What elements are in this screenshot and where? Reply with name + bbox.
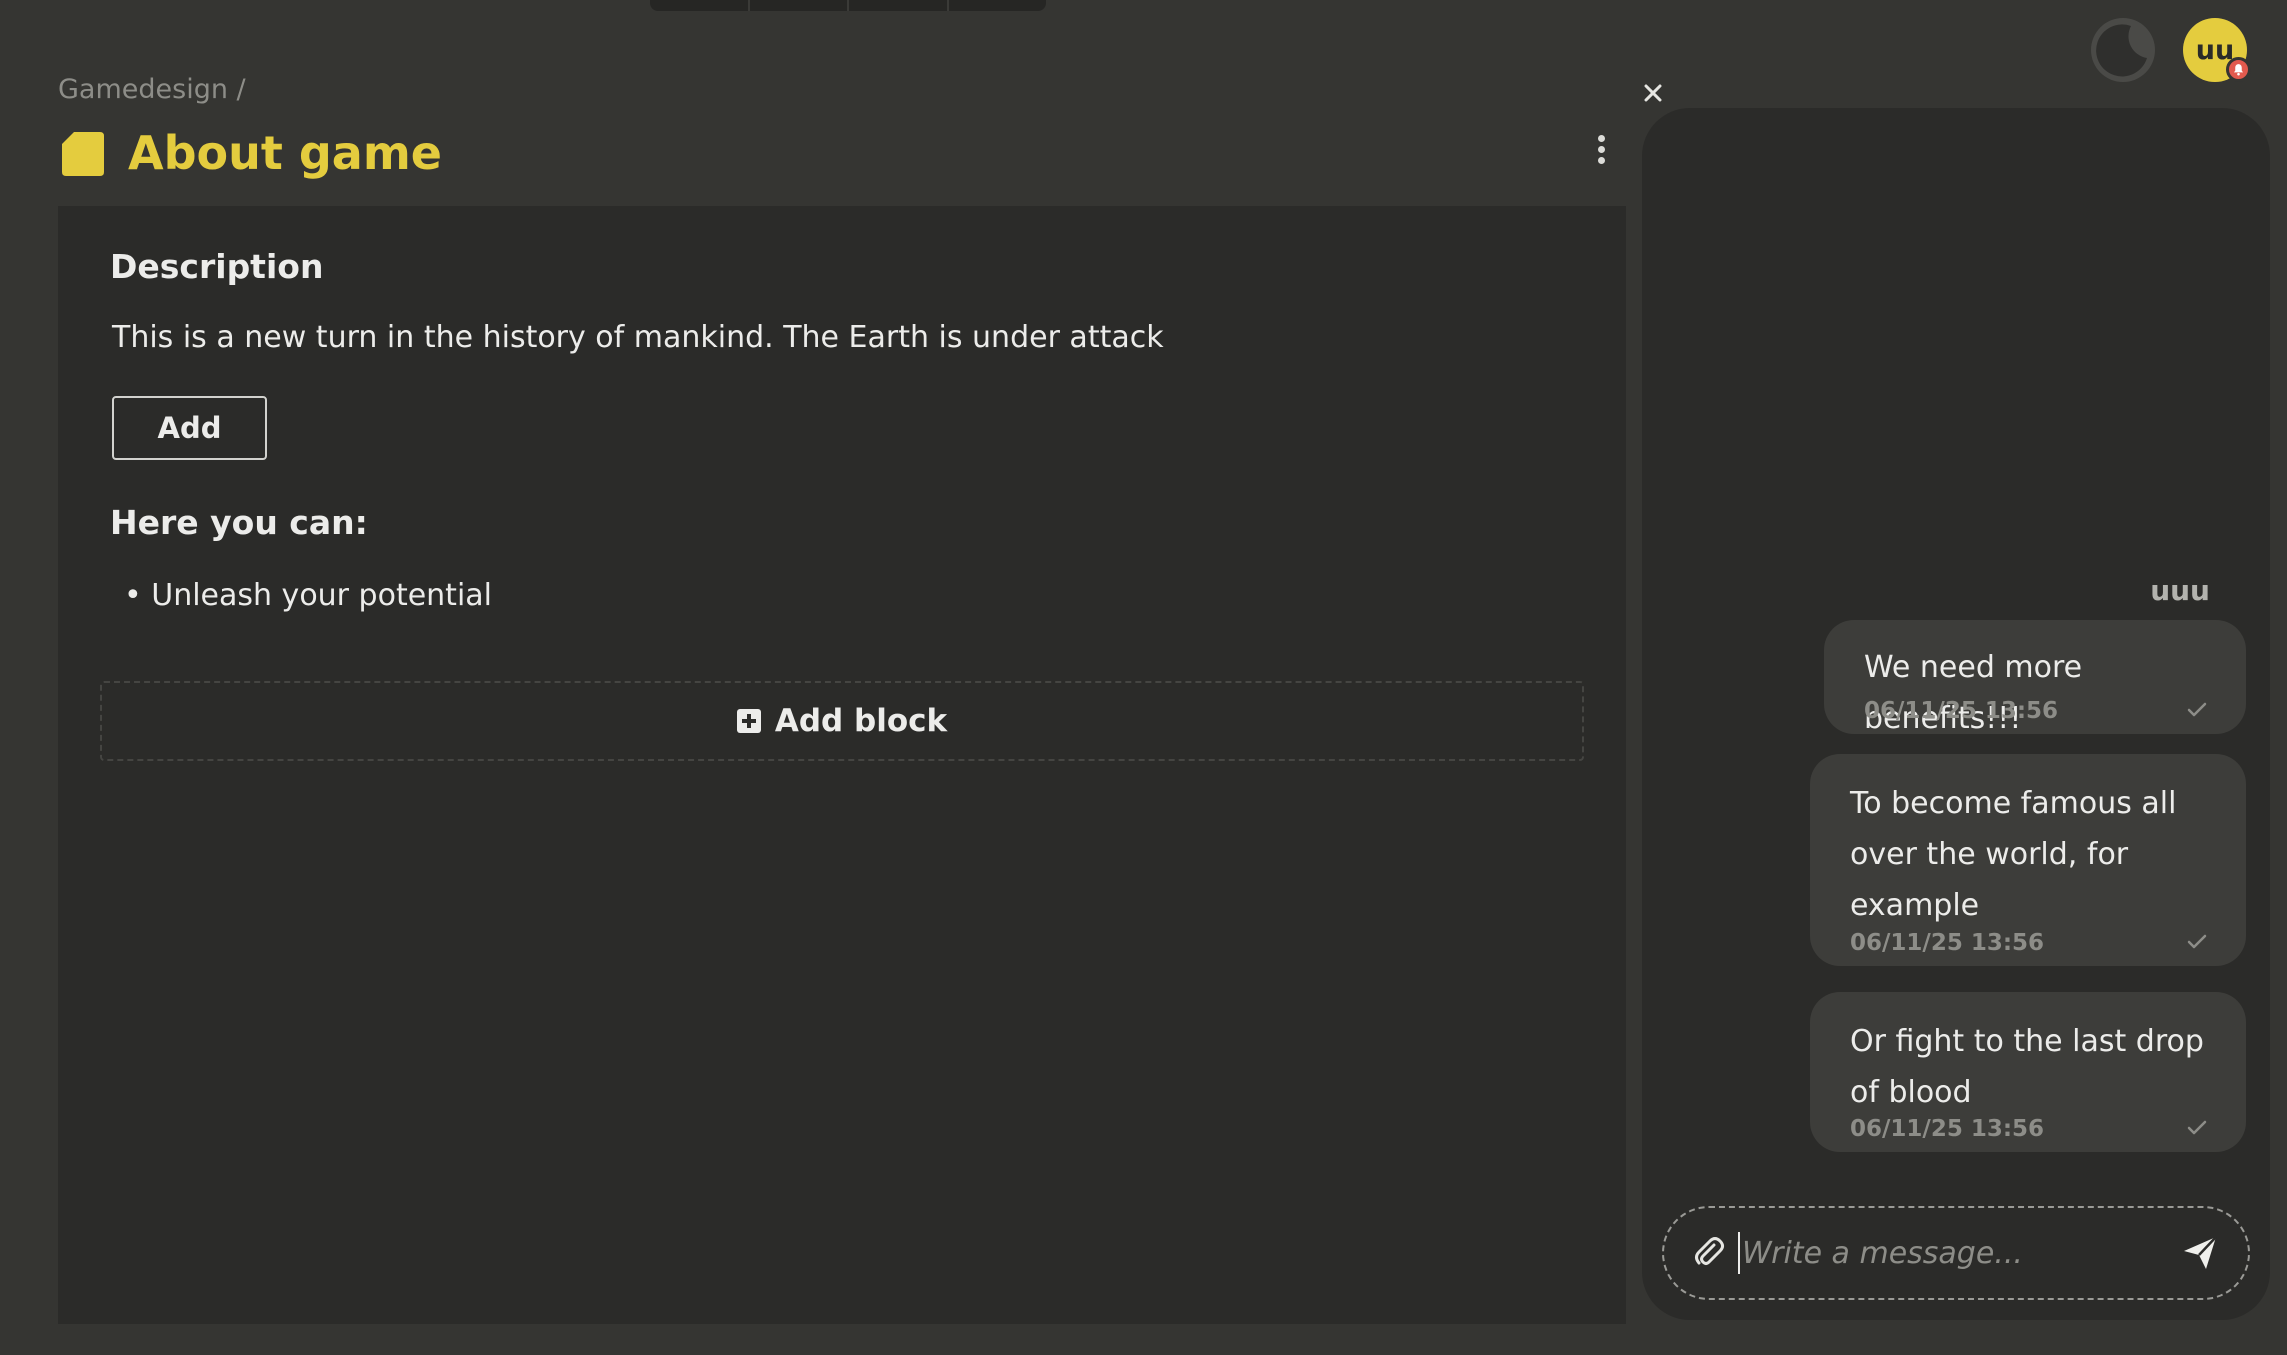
plus-square-icon (736, 709, 761, 733)
checkmark-icon (2187, 702, 2207, 717)
notification-bell-icon (2226, 57, 2251, 82)
message-time: 06/11/25 13:56 (1864, 698, 2059, 724)
page-title: About game (128, 126, 442, 180)
chat-panel: uuu We need more benefits!!! 06/11/25 13… (1642, 108, 2270, 1320)
message-time: 06/11/25 13:56 (1850, 930, 2045, 956)
paperclip-icon[interactable] (1692, 1236, 1726, 1270)
chat-message[interactable]: We need more benefits!!! 06/11/25 13:56 (1824, 620, 2246, 736)
description-heading: Description (110, 247, 324, 286)
chat-message[interactable]: To become famous all over the world, for… (1810, 754, 2246, 966)
list-item[interactable]: • Unleash your potential (124, 578, 492, 613)
checkmark-icon (2187, 1120, 2207, 1135)
moon-icon (2096, 24, 2147, 77)
close-chat-icon[interactable] (1640, 80, 1666, 106)
send-icon[interactable] (2180, 1233, 2220, 1273)
user-avatar[interactable]: uu (2183, 18, 2251, 82)
message-text: We need more benefits!!! (1864, 650, 2083, 736)
list-heading: Here you can: (110, 503, 368, 542)
more-options-icon[interactable] (1590, 132, 1612, 172)
top-tab[interactable] (750, 0, 849, 11)
page-icon (62, 132, 104, 180)
description-text[interactable]: This is a new turn in the history of man… (112, 320, 1164, 355)
top-tab[interactable] (949, 0, 1047, 11)
add-button[interactable]: Add (112, 396, 267, 460)
checkmark-icon (2187, 934, 2207, 949)
message-text: To become famous all over the world, for… (1850, 786, 2177, 923)
message-text: Or fight to the last drop of blood (1850, 1024, 2204, 1110)
add-block-button[interactable]: Add block (100, 681, 1584, 761)
top-tab[interactable] (849, 0, 949, 11)
theme-toggle-button[interactable] (2091, 18, 2155, 82)
breadcrumb[interactable]: Gamedesign / (58, 74, 246, 105)
top-tab-strip (650, 0, 1046, 11)
chat-message[interactable]: Or fight to the last drop of blood 06/11… (1810, 992, 2246, 1152)
chat-author: uuu (2150, 574, 2210, 607)
page-content: Description This is a new turn in the hi… (58, 206, 1626, 1324)
message-time: 06/11/25 13:56 (1850, 1116, 2045, 1142)
add-block-label: Add block (774, 703, 948, 739)
message-input[interactable] (1738, 1232, 2168, 1274)
message-composer (1662, 1206, 2250, 1300)
top-tab[interactable] (650, 0, 750, 11)
